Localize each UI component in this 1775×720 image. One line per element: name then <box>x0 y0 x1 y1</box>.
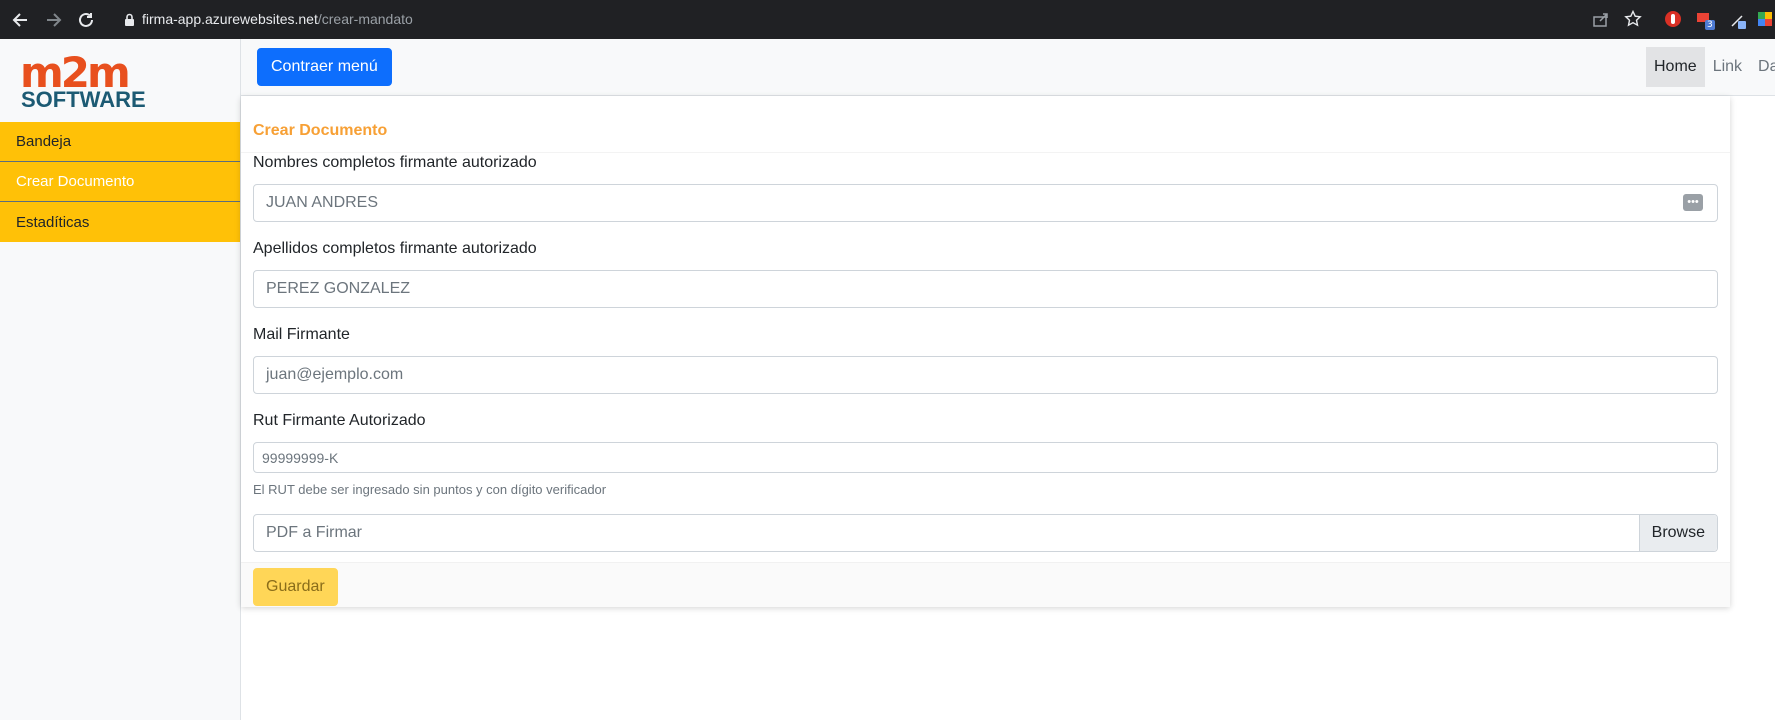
nav-link-link[interactable]: Link <box>1705 47 1750 87</box>
create-document-card: Crear Documento Nombres completos firman… <box>241 96 1730 607</box>
save-button[interactable]: Guardar <box>253 568 338 606</box>
browse-button[interactable]: Browse <box>1638 515 1717 551</box>
password-manager-icon[interactable]: ••• <box>1683 194 1703 211</box>
mail-label: Mail Firmante <box>253 326 350 343</box>
m2m-software-logo[interactable]: m2m SOFTWARE <box>20 48 170 112</box>
extension-badge-icon[interactable]: 3 <box>1696 10 1718 36</box>
top-navbar: Contraer menú Home Link Da <box>241 39 1775 96</box>
card-header-divider <box>241 152 1730 153</box>
star-icon[interactable] <box>1624 9 1642 32</box>
sidebar-menu: Bandeja Crear Documento Estadíticas <box>0 122 240 242</box>
extension-red-icon[interactable] <box>1664 10 1682 32</box>
nombres-input[interactable]: JUAN ANDRES ••• <box>253 184 1718 222</box>
extension-badge-count: 3 <box>1707 20 1713 30</box>
sidebar-item-label: Crear Documento <box>16 173 135 190</box>
rut-help-text: El RUT debe ser ingresado sin puntos y c… <box>253 482 607 497</box>
url-text[interactable]: firma-app.azurewebsites.net/crear-mandat… <box>142 11 413 27</box>
nombres-value: JUAN ANDRES <box>266 194 379 211</box>
pdf-file-input[interactable]: PDF a Firmar Browse <box>253 514 1718 552</box>
extension-pencil-icon[interactable] <box>1728 10 1748 34</box>
sidebar-item-estadisticas[interactable]: Estadíticas <box>0 202 240 242</box>
extension-puzzle-icon[interactable] <box>1756 10 1774 32</box>
nav-link-home[interactable]: Home <box>1646 47 1705 87</box>
rut-input[interactable]: 99999999-K <box>253 442 1718 473</box>
mail-placeholder: juan@ejemplo.com <box>266 366 404 383</box>
nombres-label: Nombres completos firmante autorizado <box>253 154 537 171</box>
lock-icon[interactable] <box>124 12 135 31</box>
sidebar-item-label: Estadíticas <box>16 213 90 231</box>
sidebar-item-crear-documento[interactable]: Crear Documento <box>0 162 240 202</box>
forward-icon[interactable] <box>42 8 66 32</box>
svg-text:SOFTWARE: SOFTWARE <box>21 87 146 109</box>
rut-placeholder: 99999999-K <box>262 449 339 466</box>
back-icon[interactable] <box>8 8 32 32</box>
mail-input[interactable]: juan@ejemplo.com <box>253 356 1718 394</box>
reload-icon[interactable] <box>74 8 98 32</box>
url-host: firma-app.azurewebsites.net <box>142 11 318 27</box>
apellidos-input[interactable]: PEREZ GONZALEZ <box>253 270 1718 308</box>
nav-link-da[interactable]: Da <box>1750 47 1775 87</box>
sidebar-item-bandeja[interactable]: Bandeja <box>0 122 240 162</box>
card-title: Crear Documento <box>253 122 388 139</box>
rut-label: Rut Firmante Autorizado <box>253 412 426 429</box>
apellidos-value: PEREZ GONZALEZ <box>266 280 411 297</box>
nav-links: Home Link Da <box>1646 47 1775 87</box>
sidebar-item-label: Bandeja <box>16 133 72 150</box>
sidebar: m2m SOFTWARE Bandeja Crear Documento Est… <box>0 39 241 720</box>
browser-toolbar: firma-app.azurewebsites.net/crear-mandat… <box>0 0 1775 39</box>
card-footer <box>241 562 1730 607</box>
collapse-menu-button[interactable]: Contraer menú <box>257 48 392 86</box>
pdf-file-label: PDF a Firmar <box>266 524 362 541</box>
apellidos-label: Apellidos completos firmante autorizado <box>253 240 537 257</box>
url-path: /crear-mandato <box>317 11 413 27</box>
share-icon[interactable] <box>1592 10 1610 32</box>
